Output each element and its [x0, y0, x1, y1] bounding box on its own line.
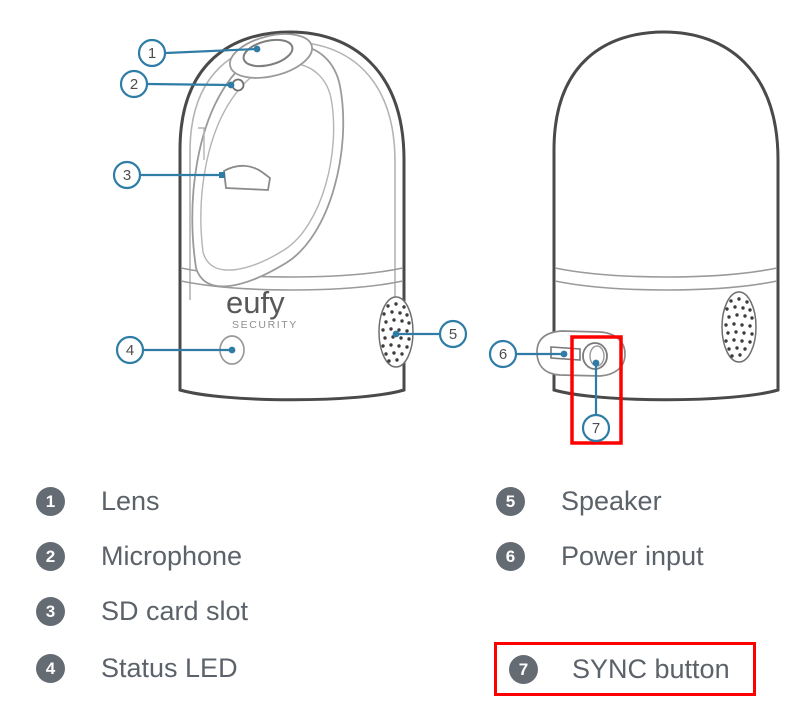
leader-line-2 [147, 82, 231, 87]
callout-number-7: 7 [592, 420, 600, 437]
legend-item-microphone[interactable]: 2 Microphone [36, 533, 242, 579]
legend-badge-6: 6 [496, 541, 525, 571]
leader-dot-7 [592, 359, 600, 367]
speaker-grille-back [721, 291, 757, 363]
callout-number-4: 4 [126, 342, 134, 359]
leader-dot-6 [560, 350, 568, 358]
callout-number-6: 6 [499, 346, 507, 363]
product-diagram: eufy SECURITY 1 2 3 4 5 6 7 [0, 0, 799, 462]
leader-dot-5 [392, 330, 400, 338]
legend-label-sync-button: SYNC button [572, 653, 730, 684]
parts-diagram-page: eufy SECURITY 1 2 3 4 5 6 7 1 Lens 2 Mic… [0, 0, 799, 722]
callout-number-5: 5 [449, 326, 457, 343]
diagram-svg: eufy SECURITY 1 2 3 4 5 6 7 [112, 30, 780, 445]
front-view-illustration: eufy SECURITY [178, 30, 414, 402]
callout-number-1: 1 [148, 45, 156, 62]
legend-item-lens[interactable]: 1 Lens [36, 478, 160, 524]
legend-label-microphone: Microphone [101, 540, 243, 571]
legend-label-sd-card-slot: SD card slot [101, 595, 249, 626]
parts-legend: 1 Lens 2 Microphone 3 SD card slot 4 Sta… [0, 462, 799, 722]
legend-badge-4: 4 [36, 653, 65, 683]
leader-dot-1 [253, 45, 261, 53]
legend-label-lens: Lens [101, 485, 160, 516]
legend-label-power-input: Power input [561, 540, 704, 571]
brand-subtext: SECURITY [232, 319, 298, 331]
legend-item-power-input[interactable]: 6 Power input [496, 533, 704, 579]
legend-item-speaker[interactable]: 5 Speaker [496, 478, 662, 524]
leader-dot-4 [228, 346, 236, 354]
leader-dot-2 [227, 81, 235, 89]
leader-dot-3 [219, 172, 225, 178]
legend-item-sync-button[interactable]: 7 SYNC button [494, 642, 756, 696]
legend-label-speaker: Speaker [561, 485, 662, 516]
legend-badge-5: 5 [496, 486, 525, 516]
legend-badge-3: 3 [36, 596, 65, 626]
brand-wordmark: eufy [226, 285, 285, 320]
legend-badge-1: 1 [36, 486, 65, 516]
legend-item-status-led[interactable]: 4 Status LED [36, 645, 238, 691]
callout-number-3: 3 [123, 167, 131, 184]
legend-badge-2: 2 [36, 541, 65, 571]
callout-number-2: 2 [130, 76, 138, 93]
legend-item-sd-card-slot[interactable]: 3 SD card slot [36, 588, 248, 634]
legend-badge-7: 7 [509, 654, 538, 684]
legend-label-status-led: Status LED [101, 652, 238, 683]
